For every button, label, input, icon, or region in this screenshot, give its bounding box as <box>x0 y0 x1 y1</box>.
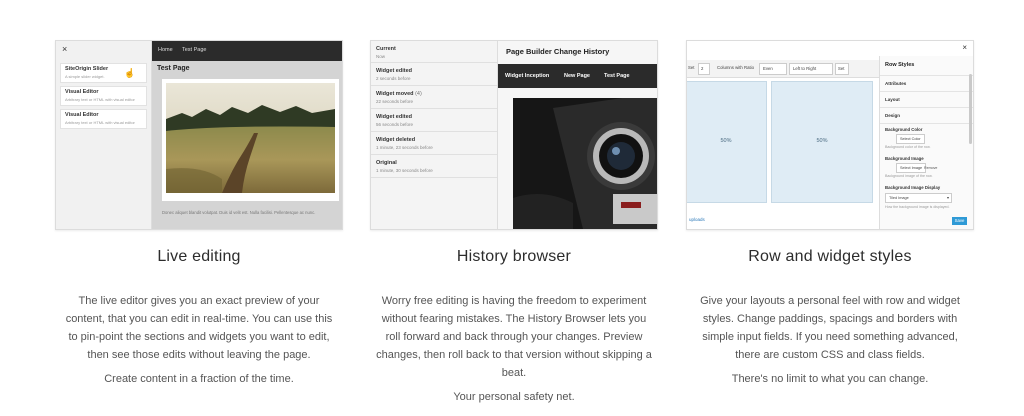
history-item-time: 1 minute, 23 seconds before <box>376 145 433 150</box>
ratio-select[interactable]: Even <box>759 63 787 75</box>
widget-visual-editor-2[interactable]: Visual Editor Arbitrary text or HTML wit… <box>60 109 147 129</box>
history-item[interactable]: Original 1 minute, 30 seconds before <box>371 155 497 178</box>
cell[interactable]: 50% <box>771 81 873 203</box>
widget-subtitle: Arbitrary text or HTML with visual edito… <box>65 120 135 125</box>
live-editor-screenshot: × SiteOrigin Slider A simple slider widg… <box>55 40 343 230</box>
bg-display-label: Background Image Display <box>885 185 941 190</box>
feature-tagline: Create content in a fraction of the time… <box>104 373 294 385</box>
row-cells: 50% 50% <box>687 81 877 223</box>
bg-display-hint: How the background image is displayed. <box>885 205 950 209</box>
camera-photo <box>513 98 657 229</box>
section-attributes[interactable]: Attributes <box>880 75 973 92</box>
feature-live-editing: × SiteOrigin Slider A simple slider widg… <box>55 40 343 388</box>
panel-scrollbar[interactable] <box>969 74 972 144</box>
history-item-title: Widget edited <box>376 114 413 120</box>
history-item-count: (4) <box>415 91 422 97</box>
hand-cursor-icon: ☝ <box>124 68 136 78</box>
history-item-time: 1 minute, 30 seconds before <box>376 168 433 173</box>
select-image-button[interactable]: Select Image <box>896 163 927 173</box>
cell-weight: 50% <box>816 138 828 144</box>
bg-color-hint: Background color of the row. <box>885 145 931 149</box>
feature-history-browser: Current Now Widget edited 2 seconds befo… <box>370 40 658 406</box>
history-list: Current Now Widget edited 2 seconds befo… <box>371 41 498 229</box>
page-preview: Test Page Donec aliquet blandit volutpat… <box>152 61 342 229</box>
history-item[interactable]: Widget edited 56 seconds before <box>371 109 497 132</box>
nav-home[interactable]: Home <box>158 47 173 53</box>
history-browser-screenshot: Current Now Widget edited 2 seconds befo… <box>370 40 658 230</box>
cell[interactable]: 50% <box>687 81 767 203</box>
remove-image-link[interactable]: Remove <box>924 166 937 170</box>
section-layout[interactable]: Layout <box>880 91 973 108</box>
nav-test-page[interactable]: Test Page <box>182 47 206 53</box>
widget-title: Visual Editor <box>65 89 99 95</box>
history-item-title: Widget edited <box>376 68 413 74</box>
row-toolbar: Set 2 Columns with Ratio Even Left to Ri… <box>687 60 879 78</box>
widget-visual-editor[interactable]: Visual Editor Arbitrary text or HTML wit… <box>60 86 147 106</box>
widget-subtitle: Arbitrary text or HTML with visual edito… <box>65 97 135 102</box>
widget-title: SiteOrigin Slider <box>65 66 109 72</box>
feature-row-widget-styles: × Set 2 Columns with Ratio Even Left to … <box>686 40 974 388</box>
bg-image-hint: Background image of the row. <box>885 174 933 178</box>
widget-title: Visual Editor <box>65 112 99 118</box>
page-title: Test Page <box>157 65 190 72</box>
landscape-photo <box>162 79 339 201</box>
history-panel-title: Page Builder Change History <box>506 47 610 56</box>
history-item-title: Original <box>376 160 397 166</box>
set-label: Set <box>688 65 695 70</box>
direction-select[interactable]: Left to Right <box>789 63 833 75</box>
cell-weight: 50% <box>720 138 732 144</box>
bg-display-select[interactable]: Tiled Image ▾ <box>885 193 952 203</box>
history-item-time: Now <box>376 54 386 59</box>
features-section: × SiteOrigin Slider A simple slider widg… <box>0 0 1024 416</box>
row-styles-title: Row Styles <box>885 62 915 68</box>
feature-tagline: Your personal safety net. <box>453 391 575 403</box>
save-button[interactable]: Save <box>952 217 967 225</box>
history-item[interactable]: Widget moved (4) 22 seconds before <box>371 86 497 109</box>
columns-input[interactable]: 2 <box>698 63 710 75</box>
row-styles-panel: Row Styles Attributes Layout Design Back… <box>879 56 973 229</box>
ratio-label: Columns with Ratio <box>717 65 755 70</box>
history-item[interactable]: Current Now <box>371 41 497 63</box>
row-styles-screenshot: × Set 2 Columns with Ratio Even Left to … <box>686 40 974 230</box>
set-button[interactable]: Set <box>835 63 849 75</box>
feature-description: Give your layouts a personal feel with r… <box>700 295 960 361</box>
section-design[interactable]: Design <box>880 107 973 124</box>
divider <box>880 123 973 124</box>
close-icon[interactable]: × <box>962 43 967 52</box>
camera-image <box>513 98 657 229</box>
uploads-link[interactable]: uploads <box>689 217 705 222</box>
history-item[interactable]: Widget deleted 1 minute, 23 seconds befo… <box>371 132 497 155</box>
live-editor-sidebar: × SiteOrigin Slider A simple slider widg… <box>56 41 152 229</box>
widget-subtitle: A simple slider widget. <box>65 74 105 79</box>
meadow-image <box>166 83 335 193</box>
page-body-text: Donec aliquet blandit volutpat. Duis id … <box>162 210 316 215</box>
bg-color-label: Background Color <box>885 127 923 132</box>
history-preview-nav: Widget Inception New Page Test Page <box>498 64 657 88</box>
tab-new-page[interactable]: New Page <box>564 73 590 79</box>
history-item-title: Current <box>376 46 396 52</box>
site-nav-bar: Home Test Page <box>152 41 342 61</box>
history-item-title: Widget moved <box>376 91 414 97</box>
history-item-time: 22 seconds before <box>376 99 414 104</box>
history-item-time: 56 seconds before <box>376 122 414 127</box>
bg-image-label: Background Image <box>885 156 924 161</box>
tab-test-page[interactable]: Test Page <box>604 73 630 79</box>
history-item[interactable]: Widget edited 2 seconds before <box>371 63 497 86</box>
close-icon[interactable]: × <box>62 44 67 54</box>
tab-widget-inception[interactable]: Widget Inception <box>505 73 549 79</box>
feature-tagline: There's no limit to what you can change. <box>731 373 929 385</box>
select-color-button[interactable]: Select Color <box>896 134 925 144</box>
history-item-time: 2 seconds before <box>376 76 411 81</box>
history-item-title: Widget deleted <box>376 137 416 143</box>
feature-title: History browser <box>456 248 572 265</box>
feature-title: Live editing <box>157 248 241 265</box>
chevron-down-icon: ▾ <box>946 195 949 200</box>
feature-title: Row and widget styles <box>748 248 912 265</box>
feature-description: The live editor gives you an exact previ… <box>65 295 333 361</box>
feature-description: Worry free editing is having the freedom… <box>376 295 652 379</box>
